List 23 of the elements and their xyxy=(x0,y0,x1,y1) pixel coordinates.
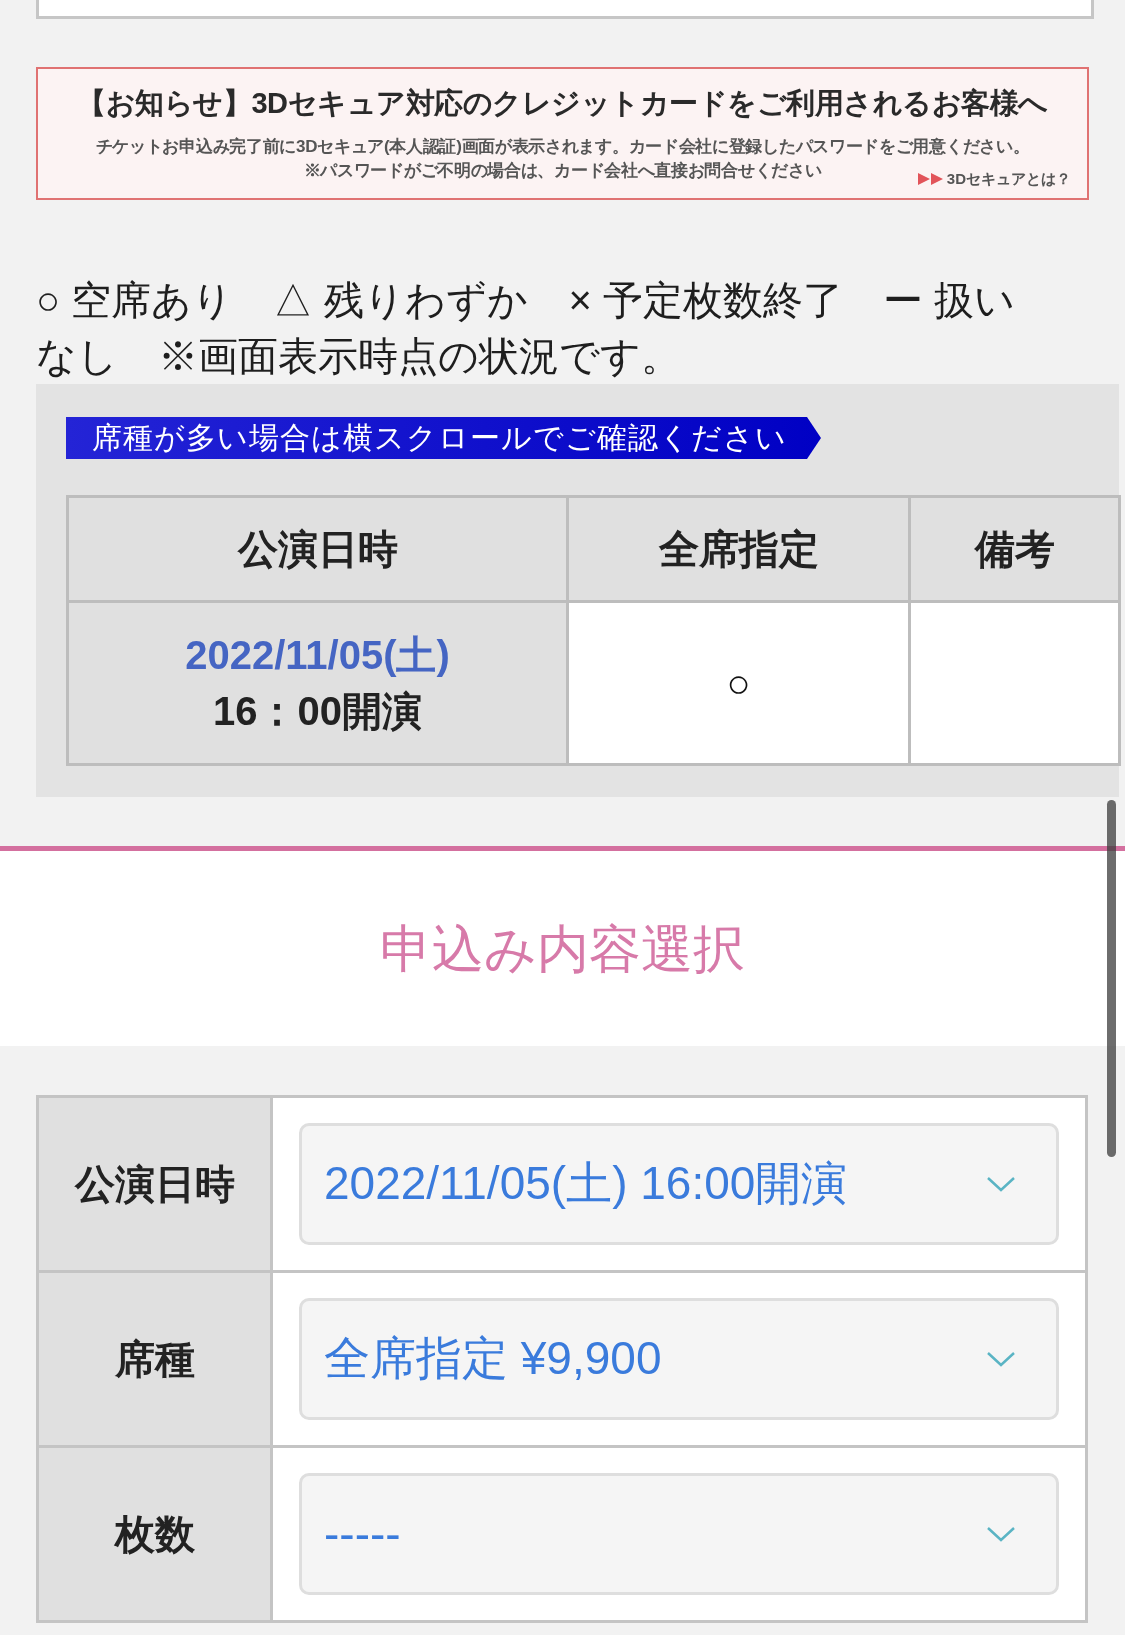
dropdown[interactable]: 2022/11/05(土) 16:00開演 xyxy=(299,1123,1059,1245)
chevron-down-icon xyxy=(986,1176,1016,1192)
section-title: 申込み内容選択 xyxy=(380,918,745,980)
column-header: 備考 xyxy=(909,496,1120,602)
info-link[interactable]: 3Dセキュアとは？ xyxy=(917,169,1071,189)
scroll-hint-banner: 席種が多い場合は横スクロールでご確認ください xyxy=(66,417,821,459)
field-label: 枚数 xyxy=(37,1446,272,1622)
column-header: 公演日時 xyxy=(67,496,568,602)
notice-text: ※パスワードがご不明の場合は、カード会社へ直接お問合せください xyxy=(303,160,822,182)
date-text: 2022/11/05(土) xyxy=(185,632,450,679)
table-cell: ○ xyxy=(567,601,910,765)
field-label: 公演日時 xyxy=(37,1096,272,1272)
column-header: 全席指定 xyxy=(567,496,910,602)
time-text: 16：00開演 xyxy=(213,688,422,735)
notice-title: 【お知らせ】3Dセキュア対応のクレジットカードをご利用されるお客様へ xyxy=(76,86,1049,121)
notice-text: チケットお申込み完了前に3Dセキュア(本人認証)画面が表示されます。カード会社に登録したパスワードをご用意ください。 xyxy=(94,136,1031,158)
field-label: 席種 xyxy=(37,1271,272,1447)
dropdown[interactable]: ----- xyxy=(299,1473,1059,1595)
chevron-down-icon xyxy=(986,1351,1016,1367)
dropdown[interactable]: 全席指定 ¥9,900 xyxy=(299,1298,1059,1420)
legend-text: ○ 空席あり △ 残りわずか × 予定枚数終了 ー 扱いなし ※画面表示時点の状況です。 xyxy=(36,277,1016,380)
double-triangle-icon xyxy=(917,173,944,185)
chevron-down-icon xyxy=(986,1526,1016,1542)
